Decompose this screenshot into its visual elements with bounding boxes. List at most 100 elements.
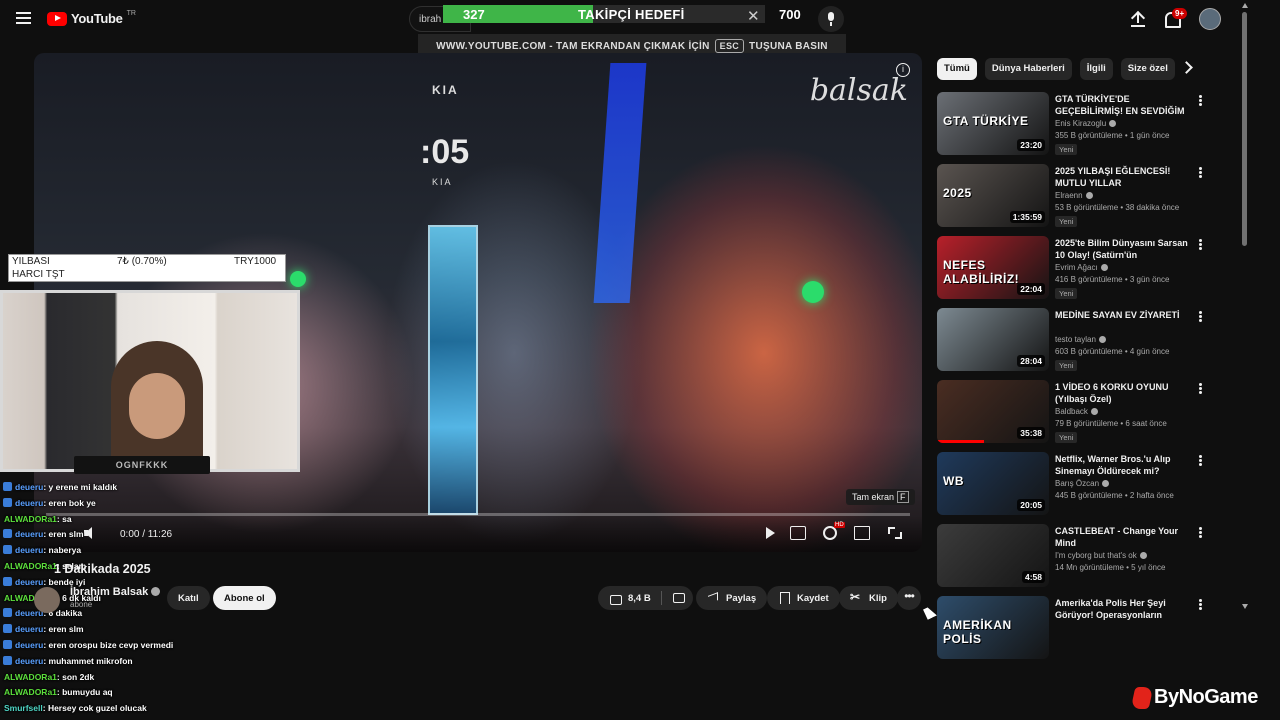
chat-username[interactable]: deueru bbox=[15, 529, 43, 539]
video-thumbnail[interactable]: 28:04 bbox=[937, 308, 1049, 371]
chat-username[interactable]: deueru bbox=[15, 656, 43, 666]
chips-next-chevron-icon[interactable] bbox=[1180, 61, 1193, 74]
chat-username[interactable]: deueru bbox=[15, 624, 43, 634]
chat-username[interactable]: deueru bbox=[15, 640, 43, 650]
chat-username[interactable]: ALWADORa1 bbox=[4, 672, 57, 682]
recommended-channel[interactable]: Evrim Ağacı bbox=[1055, 263, 1108, 272]
recommended-channel[interactable]: Elraenn bbox=[1055, 191, 1093, 200]
recommended-channel-name[interactable]: Enis Kirazoglu bbox=[1055, 119, 1106, 128]
recommended-video[interactable]: 28:04 MEDİNE SAYAN EV ZİYARETİ testo tayla… bbox=[937, 308, 1212, 380]
share-button[interactable]: Paylaş bbox=[696, 586, 768, 610]
chat-username[interactable]: deueru bbox=[15, 577, 43, 587]
video-options-kebab-icon[interactable] bbox=[1199, 527, 1202, 538]
recommended-channel-name[interactable]: Barış Özcan bbox=[1055, 479, 1099, 488]
hamburger-menu-icon[interactable] bbox=[16, 12, 31, 24]
channel-avatar[interactable] bbox=[34, 587, 60, 613]
video-thumbnail[interactable]: 35:38 bbox=[937, 380, 1049, 443]
video-thumbnail[interactable]: NEFES ALABİLİRİZ! 22:04 bbox=[937, 236, 1049, 299]
recommended-video-title[interactable]: GTA TÜRKİYE'DE GEÇEBİLİRMİŞ! EN SEVDİĞİM… bbox=[1055, 93, 1190, 117]
recommended-video-title[interactable]: CASTLEBEAT - Change Your Mind bbox=[1055, 525, 1190, 549]
video-info-icon[interactable]: i bbox=[896, 63, 910, 77]
recommended-channel-name[interactable]: Baldback bbox=[1055, 407, 1088, 416]
page-scrollbar[interactable] bbox=[1240, 0, 1249, 720]
chat-message: deueru: muhammet mikrofon bbox=[0, 655, 300, 672]
recommended-video[interactable]: 4:58 CASTLEBEAT - Change Your Mind I'm cyb… bbox=[937, 524, 1212, 596]
autoplay-toggle-icon[interactable] bbox=[762, 526, 778, 540]
filter-chip[interactable]: İlgili bbox=[1079, 58, 1113, 80]
save-button[interactable]: Kaydet bbox=[767, 586, 840, 610]
recommended-video[interactable]: AMERİKAN POLİS Amerika'da Polis Her Şeyi … bbox=[937, 596, 1212, 668]
channel-name-text[interactable]: İbrahim Balsak bbox=[70, 586, 148, 598]
sidebar-scroll-down-arrow-icon[interactable] bbox=[1242, 604, 1248, 609]
recommended-channel[interactable]: I'm cyborg but that's ok bbox=[1055, 551, 1147, 560]
recommended-video[interactable]: 35:38 1 VİDEO 6 KORKU OYUNU (Yılbaşı Özel… bbox=[937, 380, 1212, 452]
video-options-kebab-icon[interactable] bbox=[1199, 455, 1202, 466]
chat-username[interactable]: Smurfsell bbox=[4, 703, 43, 713]
video-options-kebab-icon[interactable] bbox=[1199, 599, 1202, 610]
chat-username[interactable]: deueru bbox=[15, 545, 43, 555]
recommended-channel-name[interactable]: I'm cyborg but that's ok bbox=[1055, 551, 1137, 560]
recommended-video-title[interactable]: 1 VİDEO 6 KORKU OYUNU (Yılbaşı Özel) bbox=[1055, 381, 1190, 405]
clip-button[interactable]: Klip bbox=[839, 586, 898, 610]
video-thumbnail[interactable]: AMERİKAN POLİS bbox=[937, 596, 1049, 659]
youtube-logo[interactable]: YouTube TR bbox=[47, 10, 136, 26]
video-options-kebab-icon[interactable] bbox=[1199, 383, 1202, 394]
recommended-channel[interactable]: testo taylan bbox=[1055, 335, 1106, 344]
recommended-channel[interactable]: Barış Özcan bbox=[1055, 479, 1110, 488]
recommended-channel[interactable]: Enis Kirazoglu bbox=[1055, 119, 1117, 128]
recommended-video-title[interactable]: 2025 YILBAŞI EĞLENCESİ! MUTLU YILLAR bbox=[1055, 165, 1190, 189]
channel-name[interactable]: İbrahim Balsak bbox=[70, 586, 161, 598]
scroll-up-arrow-icon[interactable] bbox=[1242, 3, 1248, 8]
create-upload-icon[interactable] bbox=[1130, 10, 1146, 28]
recommended-video[interactable]: GTA TÜRKİYE 23:20 GTA TÜRKİYE'DE GEÇEBİLİR… bbox=[937, 92, 1212, 164]
recommended-video-title[interactable]: Netflix, Warner Bros.'u Alıp Sinemayı Öl… bbox=[1055, 453, 1190, 477]
logo-country: TR bbox=[126, 10, 136, 17]
voice-search-mic-icon[interactable] bbox=[818, 6, 844, 32]
like-count[interactable]: 8,4 B bbox=[628, 593, 651, 604]
search-clear-close-icon[interactable]: ✕ bbox=[747, 9, 760, 24]
theater-mode-icon[interactable] bbox=[854, 526, 870, 540]
dislike-thumb-icon[interactable] bbox=[672, 592, 685, 604]
recommended-video[interactable]: WB 20:05 Netflix, Warner Bros.'u Alıp Sine… bbox=[937, 452, 1212, 524]
chat-username[interactable]: deueru bbox=[15, 482, 43, 492]
like-thumb-icon[interactable] bbox=[609, 592, 622, 605]
subtitles-icon[interactable] bbox=[790, 526, 806, 540]
scrollbar-thumb[interactable] bbox=[1242, 12, 1247, 246]
subscribe-button[interactable]: Abone ol bbox=[213, 586, 276, 610]
recommended-channel-name[interactable]: Evrim Ağacı bbox=[1055, 263, 1098, 272]
thumbnail-caption: 2025 bbox=[943, 186, 972, 200]
chat-username[interactable]: ALWADORa1 bbox=[4, 687, 57, 697]
bynogame-mark-icon bbox=[1130, 686, 1154, 709]
video-thumbnail[interactable]: 2025 1:35:59 bbox=[937, 164, 1049, 227]
video-options-kebab-icon[interactable] bbox=[1199, 311, 1202, 322]
video-options-kebab-icon[interactable] bbox=[1199, 167, 1202, 178]
watched-progress bbox=[937, 440, 985, 443]
chat-username[interactable]: ALWADORa1 bbox=[4, 561, 57, 571]
filter-chip[interactable]: Dünya Haberleri bbox=[984, 58, 1072, 80]
fullscreen-icon[interactable] bbox=[887, 526, 903, 540]
recommended-video[interactable]: 2025 1:35:59 2025 YILBAŞI EĞLENCESİ! MUTLU… bbox=[937, 164, 1212, 236]
more-actions-button[interactable]: ••• bbox=[897, 586, 921, 610]
recommended-channel-name[interactable]: testo taylan bbox=[1055, 335, 1096, 344]
video-thumbnail[interactable]: 4:58 bbox=[937, 524, 1049, 587]
recommended-video-title[interactable]: 2025'te Bilim Dünyasını Sarsan 10 Olay! … bbox=[1055, 237, 1190, 261]
settings-gear-icon[interactable] bbox=[823, 522, 845, 540]
filter-chip[interactable]: Size özel bbox=[1120, 58, 1175, 80]
recommended-video-title[interactable]: Amerika'da Polis Her Şeyi Görüyor! Opera… bbox=[1055, 597, 1190, 621]
video-options-kebab-icon[interactable] bbox=[1199, 239, 1202, 250]
video-duration: 1:35:59 bbox=[1009, 211, 1045, 223]
video-options-kebab-icon[interactable] bbox=[1199, 95, 1202, 106]
account-avatar[interactable] bbox=[1199, 8, 1221, 30]
chat-username[interactable]: deueru bbox=[15, 498, 43, 508]
fullscreen-tooltip-label: Tam ekran bbox=[852, 492, 895, 502]
join-button[interactable]: Katıl bbox=[167, 586, 210, 610]
filter-chip[interactable]: Tümü bbox=[937, 58, 977, 80]
chat-username[interactable]: ALWADORa1 bbox=[4, 514, 57, 524]
recommended-channel-name[interactable]: Elraenn bbox=[1055, 191, 1083, 200]
video-thumbnail[interactable]: GTA TÜRKİYE 23:20 bbox=[937, 92, 1049, 155]
video-thumbnail[interactable]: WB 20:05 bbox=[937, 452, 1049, 515]
recommended-channel[interactable]: Baldback bbox=[1055, 407, 1098, 416]
recommended-video[interactable]: NEFES ALABİLİRİZ! 22:04 2025'te Bilim Düny… bbox=[937, 236, 1212, 308]
donation-line-2: HARCI TŞT bbox=[12, 269, 65, 280]
recommended-video-title[interactable]: MEDİNE SAYAN EV ZİYARETİ bbox=[1055, 309, 1190, 321]
